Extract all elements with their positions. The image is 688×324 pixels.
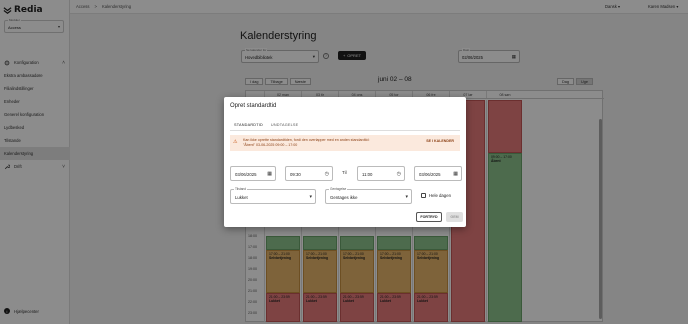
- repeat-select-value: Gentages ikke: [330, 195, 358, 200]
- overlap-warning: ⚠ Kan ikke oprette standardtiden, fordi …: [230, 135, 460, 151]
- end-time-field[interactable]: 11:00 ◷: [357, 166, 405, 181]
- all-day-label: Hele dagen: [429, 193, 451, 198]
- warning-icon: ⚠: [233, 139, 238, 145]
- create-standard-time-dialog: Opret standardtid STANDARDTID UNDTAGELSE…: [224, 97, 466, 227]
- calendar-icon[interactable]: ▦: [267, 171, 272, 177]
- dialog-title: Opret standardtid: [230, 103, 277, 109]
- chevron-down-icon: ▾: [405, 194, 408, 200]
- end-time-value: 11:00: [362, 172, 373, 177]
- repeat-select[interactable]: Gentagelse Gentages ikke ▾: [325, 187, 412, 204]
- state-select-label: Tilstand: [234, 187, 248, 191]
- clock-icon[interactable]: ◷: [397, 171, 401, 177]
- save-button[interactable]: GEM: [446, 212, 463, 222]
- start-time-value: 09:30: [290, 172, 301, 177]
- state-select[interactable]: Tilstand Lukket ▾: [230, 187, 316, 204]
- calendar-icon[interactable]: ▦: [453, 171, 458, 177]
- end-date-value: 03/06/2025: [419, 172, 441, 177]
- cancel-button[interactable]: FORTRYD: [416, 212, 442, 222]
- start-date-value: 03/06/2025: [235, 172, 257, 177]
- checkbox-box[interactable]: [421, 193, 426, 198]
- tabs-divider: [230, 130, 460, 131]
- start-date-field[interactable]: 03/06/2025 ▦: [230, 166, 276, 181]
- state-select-value: Lukket: [235, 195, 248, 200]
- clock-icon[interactable]: ◷: [325, 171, 329, 177]
- start-time-field[interactable]: 09:30 ◷: [285, 166, 333, 181]
- chevron-down-icon: ▾: [309, 194, 312, 200]
- see-in-calendar-link[interactable]: SE I KALENDER: [426, 139, 454, 143]
- end-date-field[interactable]: 03/06/2025 ▦: [414, 166, 462, 181]
- repeat-select-label: Gentagelse: [329, 187, 348, 191]
- warning-text: Kan ikke oprette standardtiden, fordi de…: [243, 138, 369, 148]
- all-day-checkbox[interactable]: Hele dagen: [421, 193, 451, 198]
- til-label: Til: [342, 170, 347, 175]
- warning-line-2: "Åbent" 03-06-2025 09:00 – 17:00: [243, 142, 298, 147]
